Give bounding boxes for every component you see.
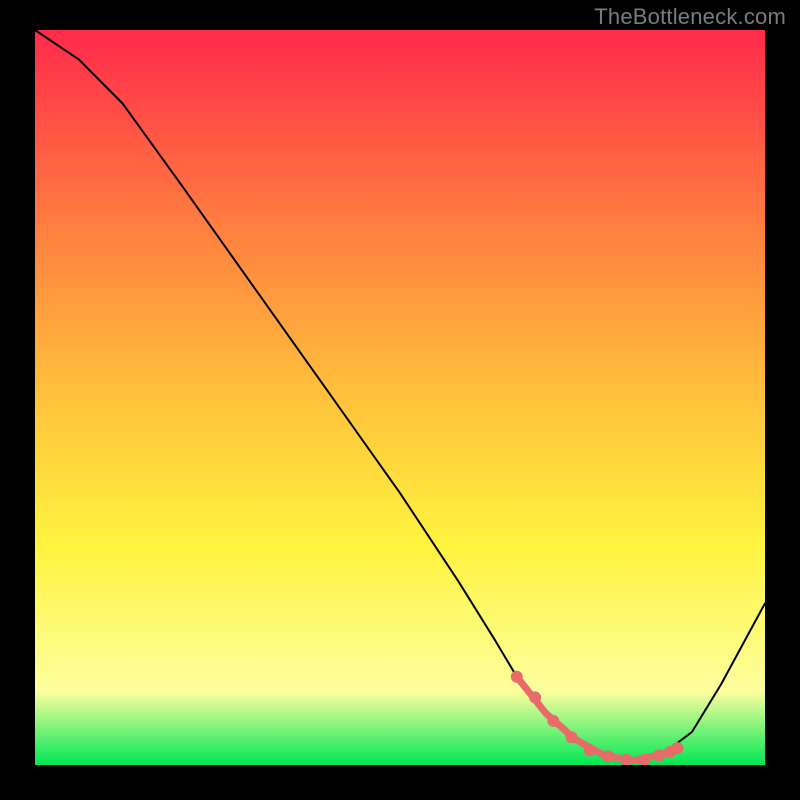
highlight-dot [529,691,541,703]
highlight-dot [653,749,665,761]
chart-frame: TheBottleneck.com [0,0,800,800]
highlight-dot [547,715,559,727]
highlight-dot [566,731,578,743]
highlight-dot [584,744,596,756]
gradient-bg [35,30,765,765]
highlight-dot [511,671,523,683]
chart-svg [35,30,765,765]
highlight-dot [602,750,614,762]
highlight-dot [671,742,683,754]
plot-area [35,30,765,765]
watermark-text: TheBottleneck.com [594,4,786,30]
